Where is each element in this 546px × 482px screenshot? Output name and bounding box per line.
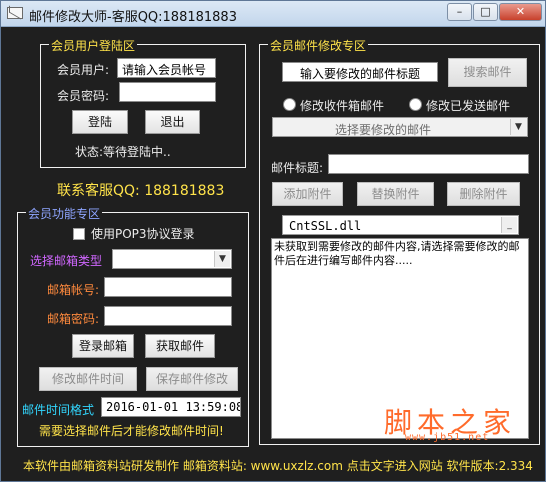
features-group-title: 会员功能专区 (26, 205, 103, 222)
maximize-icon[interactable]: □ (473, 3, 498, 21)
time-notice: 需要选择邮件后才能修改邮件时间! (39, 424, 224, 438)
dropdown-arrow-icon: ▼ (510, 119, 526, 135)
mailbox-account-input[interactable] (104, 277, 232, 297)
sent-radio-label: 修改已发送邮件 (426, 99, 511, 113)
member-password-input[interactable] (119, 82, 216, 102)
title-bar: 邮件修改大师-客服QQ:188181883 – □ ✕ (1, 1, 545, 27)
app-window: 邮件修改大师-客服QQ:188181883 – □ ✕ 会员用户登陆区 会员用户… (0, 0, 546, 482)
mailbox-password-input[interactable] (104, 306, 232, 326)
login-mailbox-button[interactable]: 登录邮箱 (72, 334, 134, 358)
fetch-mail-button[interactable]: 获取邮件 (145, 334, 215, 358)
mailbox-type-select[interactable]: ▼ (112, 249, 232, 269)
pop3-checkbox[interactable] (73, 228, 85, 240)
minimize-icon[interactable]: – (447, 3, 472, 21)
add-attachment-button[interactable]: 添加附件 (272, 182, 343, 206)
login-status: 状态:等待登陆中.. (75, 145, 171, 159)
edit-group-title: 会员邮件修改专区 (268, 37, 369, 54)
dropdown-arrow-icon: _ (501, 217, 517, 233)
login-group-title: 会员用户登陆区 (49, 37, 138, 54)
login-button[interactable]: 登陆 (72, 110, 128, 134)
select-mail-dropdown[interactable]: 选择要修改的邮件 ▼ (272, 117, 528, 137)
attachment-file: CntSSL.dll (289, 219, 362, 233)
member-user-input[interactable]: 请输入会员帐号 (117, 58, 216, 78)
sent-radio-icon[interactable] (409, 98, 422, 111)
replace-attachment-button[interactable]: 替换附件 (357, 182, 434, 206)
dropdown-arrow-icon: ▼ (214, 251, 230, 267)
mailbox-type-label: 选择邮箱类型 (30, 254, 103, 268)
close-icon[interactable]: ✕ (499, 3, 542, 21)
mail-subject-label: 邮件标题: (271, 161, 324, 175)
mail-time-input[interactable]: 2016-01-01 13:59:08 (101, 397, 241, 417)
inbox-radio-icon[interactable] (283, 98, 296, 111)
app-envelope-icon (7, 7, 23, 19)
mail-subject-input[interactable] (328, 154, 529, 174)
logout-button[interactable]: 退出 (145, 110, 200, 134)
mail-title-search-input[interactable]: 输入要修改的邮件标题 (282, 62, 438, 82)
mailbox-password-label: 邮箱密码: (47, 312, 100, 326)
contact-qq: 联系客服QQ: 188181883 (57, 183, 225, 199)
modify-mail-time-button[interactable]: 修改邮件时间 (39, 367, 137, 391)
time-format-label: 邮件时间格式 (22, 403, 95, 417)
watermark-url: www.jb51.net (405, 432, 490, 443)
inbox-radio-label: 修改收件箱邮件 (300, 99, 385, 113)
pop3-label: 使用POP3协议登录 (91, 227, 195, 241)
delete-attachment-button[interactable]: 删除附件 (447, 182, 520, 206)
save-mail-modify-button[interactable]: 保存邮件修改 (146, 367, 238, 391)
search-mail-button[interactable]: 搜索邮件 (448, 58, 527, 87)
member-password-label: 会员密码: (57, 89, 110, 103)
window-title: 邮件修改大师-客服QQ:188181883 (29, 10, 237, 25)
select-mail-placeholder: 选择要修改的邮件 (335, 123, 432, 137)
footer-info[interactable]: 本软件由邮箱资料站研发制作 邮箱资料站: www.uxzlz.com 点击文字进… (23, 457, 533, 474)
member-user-label: 会员用户: (57, 63, 110, 77)
attachment-select[interactable]: CntSSL.dll _ (282, 215, 519, 235)
mailbox-account-label: 邮箱帐号: (47, 283, 100, 297)
